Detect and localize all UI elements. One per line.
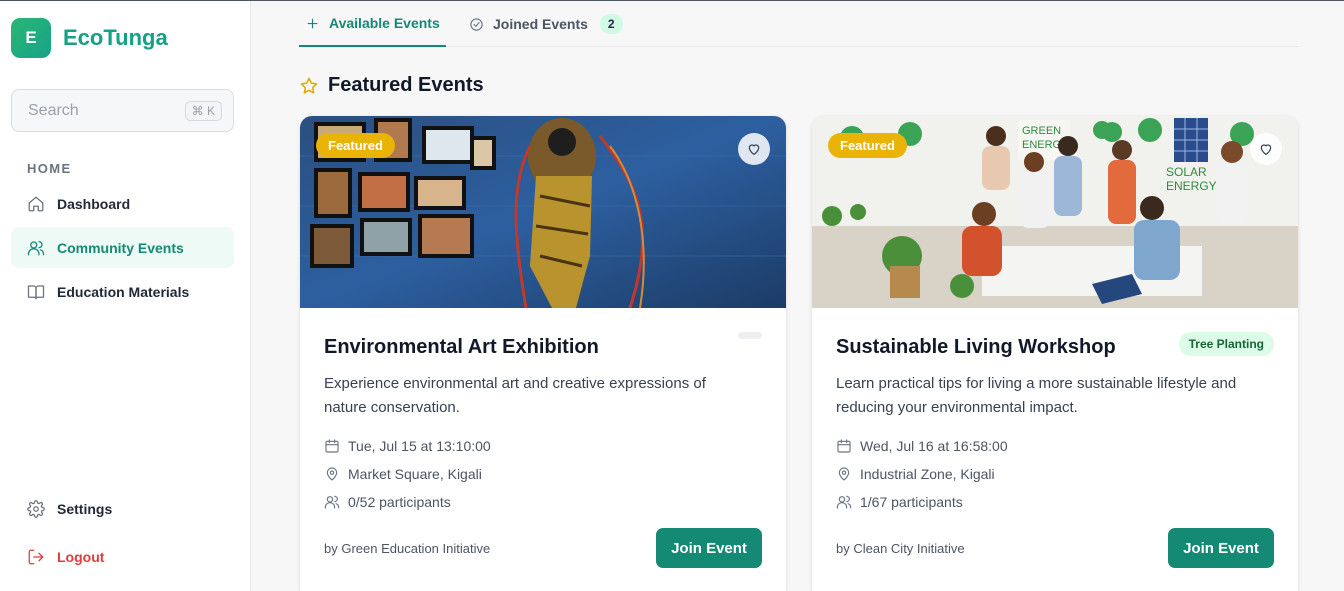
app-name: EcoTunga bbox=[63, 25, 168, 50]
search-shortcut: ⌘ K bbox=[184, 100, 222, 121]
sidebar-item-dashboard[interactable]: Dashboard bbox=[11, 183, 234, 224]
sidebar-item-settings[interactable]: Settings bbox=[11, 488, 234, 529]
sidebar-item-label: Settings bbox=[57, 500, 113, 517]
event-location: Market Square, Kigali bbox=[324, 466, 482, 482]
map-pin-icon bbox=[326, 467, 338, 481]
logout-icon bbox=[28, 549, 44, 564]
favorite-button[interactable] bbox=[1250, 133, 1282, 165]
users-icon bbox=[27, 240, 45, 255]
sidebar-item-education-materials[interactable]: Education Materials bbox=[11, 271, 234, 312]
event-date-text: Wed, Jul 16 at 16:58:00 bbox=[860, 438, 1008, 454]
heart-icon bbox=[748, 144, 760, 155]
sidebar-item-community-events[interactable]: Community Events bbox=[11, 227, 234, 268]
event-date: Wed, Jul 16 at 16:58:00 bbox=[836, 438, 1008, 454]
event-tabs: Available Events Joined Events 2 bbox=[299, 1, 1298, 47]
joined-count-badge: 2 bbox=[599, 14, 623, 34]
app-logo: E bbox=[11, 18, 51, 58]
event-location-text: Industrial Zone, Kigali bbox=[860, 466, 995, 482]
event-date: Tue, Jul 15 at 13:10:00 bbox=[324, 438, 491, 454]
event-image: Featured bbox=[300, 116, 786, 308]
svg-text:ENERGY: ENERGY bbox=[1166, 179, 1217, 193]
star-icon bbox=[300, 77, 318, 94]
tab-label: Joined Events bbox=[493, 16, 588, 32]
event-location: Industrial Zone, Kigali bbox=[836, 466, 995, 482]
event-participants-text: 0/52 participants bbox=[348, 494, 451, 510]
featured-title: Featured Events bbox=[328, 74, 484, 96]
brand[interactable]: E EcoTunga bbox=[11, 18, 168, 58]
category-tag: Tree Planting bbox=[1178, 332, 1274, 356]
search-placeholder: Search bbox=[28, 101, 79, 119]
event-organizer: by Clean City Initiative bbox=[836, 541, 965, 556]
event-participants: 0/52 participants bbox=[324, 494, 451, 510]
sidebar-item-label: Community Events bbox=[57, 239, 184, 256]
sidebar-item-label: Education Materials bbox=[57, 283, 190, 300]
event-organizer: by Green Education Initiative bbox=[324, 541, 491, 556]
tab-available-events[interactable]: Available Events bbox=[299, 1, 446, 47]
event-date-text: Tue, Jul 15 at 13:10:00 bbox=[348, 438, 491, 454]
event-participants-text: 1/67 participants bbox=[860, 494, 963, 510]
event-description: Experience environmental art and creativ… bbox=[324, 375, 706, 416]
join-event-button[interactable]: Join Event bbox=[1168, 528, 1274, 568]
favorite-button[interactable] bbox=[738, 133, 770, 165]
users-icon bbox=[324, 495, 340, 509]
event-card[interactable]: GREEN ENERGY SOLAR ENERGY Featured Susta… bbox=[812, 116, 1298, 591]
calendar-icon bbox=[325, 439, 339, 453]
sidebar: E EcoTunga Search ⌘ K HOME Dashboard Com… bbox=[0, 1, 251, 591]
heart-icon bbox=[1260, 144, 1272, 155]
svg-text:GREEN: GREEN bbox=[1022, 125, 1061, 137]
featured-badge: Featured bbox=[828, 133, 907, 158]
sidebar-item-label: Dashboard bbox=[57, 195, 131, 212]
tab-label: Available Events bbox=[329, 15, 440, 31]
plus-icon bbox=[307, 18, 318, 28]
home-icon bbox=[28, 196, 44, 211]
event-card[interactable]: Featured Environmental Art Exhibition Ex… bbox=[300, 116, 786, 591]
event-description: Learn practical tips for living a more s… bbox=[836, 375, 1237, 416]
event-title: Sustainable Living Workshop bbox=[836, 336, 1116, 358]
featured-events-heading: Featured Events bbox=[299, 74, 484, 97]
book-icon bbox=[27, 284, 45, 299]
featured-badge: Featured bbox=[316, 133, 395, 158]
nav-section-label: HOME bbox=[27, 161, 72, 176]
event-participants: 1/67 participants bbox=[836, 494, 963, 510]
search-input[interactable]: Search ⌘ K bbox=[11, 89, 234, 132]
logout-button[interactable]: Logout bbox=[11, 536, 234, 577]
event-location-text: Market Square, Kigali bbox=[348, 466, 482, 482]
gear-icon bbox=[27, 499, 45, 518]
svg-text:SOLAR: SOLAR bbox=[1166, 165, 1207, 179]
event-image: GREEN ENERGY SOLAR ENERGY Featured bbox=[812, 116, 1298, 308]
event-title: Environmental Art Exhibition bbox=[324, 336, 599, 358]
users-icon bbox=[836, 495, 852, 509]
join-event-button[interactable]: Join Event bbox=[656, 528, 762, 568]
logout-label: Logout bbox=[57, 548, 105, 565]
map-pin-icon bbox=[838, 467, 850, 481]
category-tag bbox=[738, 332, 762, 339]
check-circle-icon bbox=[470, 17, 483, 31]
calendar-icon bbox=[837, 439, 851, 453]
tab-joined-events[interactable]: Joined Events 2 bbox=[469, 1, 623, 47]
